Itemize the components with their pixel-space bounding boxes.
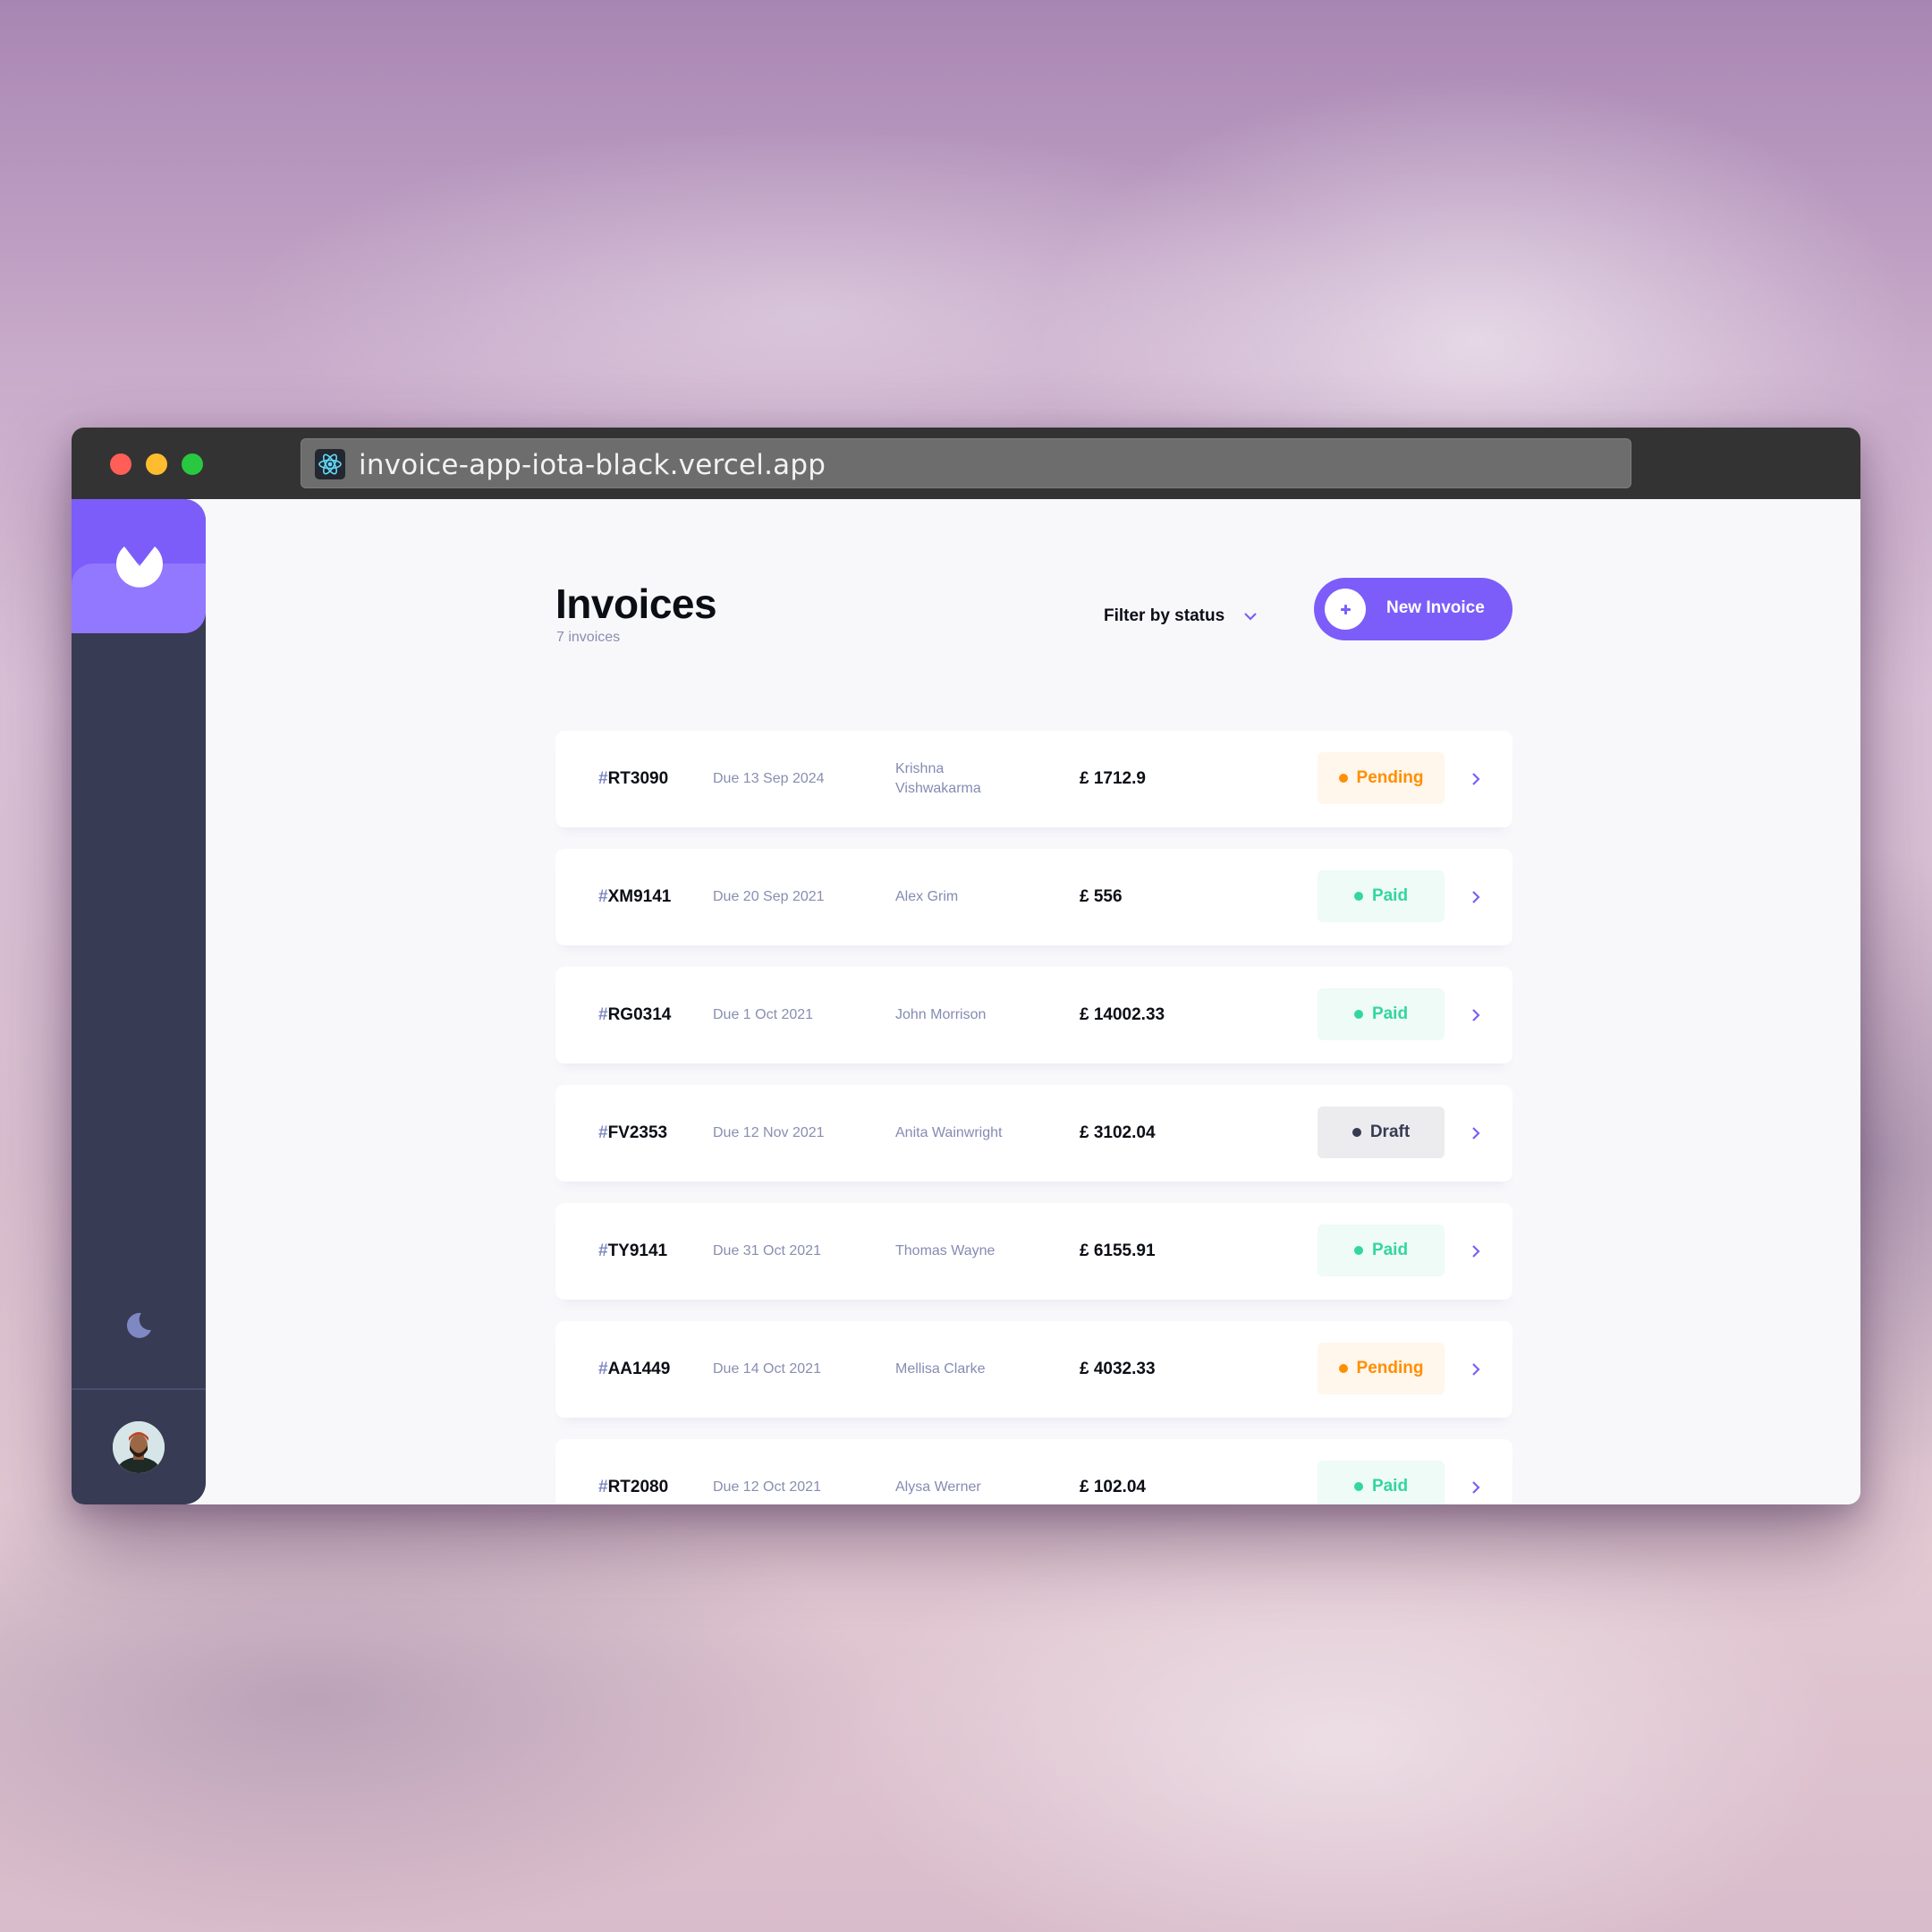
invoice-client-name: Thomas Wayne — [895, 1243, 996, 1258]
invoice-row[interactable]: # RT3090 Due 13 Sep 2024 Krishna Vishwaka… — [555, 731, 1513, 827]
invoice-due-date: Due 1 Oct 2021 — [713, 1007, 814, 1022]
invoice-client-name: Alysa Werner — [895, 1479, 981, 1495]
invoice-due-date: Due 14 Oct 2021 — [713, 1361, 821, 1377]
chevron-right-icon — [1472, 891, 1480, 903]
chevron-down-icon — [1244, 613, 1257, 621]
close-window-button[interactable] — [110, 453, 131, 475]
invoice-amount: £ 4032.33 — [1080, 1360, 1156, 1378]
invoice-due-date: Due 20 Sep 2021 — [713, 889, 825, 904]
invoice-amount: £ 102.04 — [1080, 1478, 1146, 1496]
status-dot — [1353, 1010, 1363, 1019]
invoice-id: # AA1449 — [598, 1360, 671, 1378]
invoice-amount: £ 14002.33 — [1080, 1005, 1165, 1024]
react-atom-icon — [315, 449, 345, 479]
status-badge: Paid — [1318, 870, 1445, 922]
user-avatar[interactable] — [113, 1421, 165, 1473]
status-dot — [1338, 774, 1348, 783]
address-bar[interactable]: invoice-app-iota-black.vercel.app — [301, 438, 1631, 488]
new-invoice-label: New Invoice — [1386, 598, 1485, 617]
logo-button[interactable] — [72, 499, 206, 633]
invoice-id: # TY9141 — [598, 1241, 668, 1260]
invoice-client-name: Alex Grim — [895, 889, 959, 904]
plus-icon — [1325, 589, 1366, 630]
status-dot — [1338, 1364, 1348, 1373]
filter-by-status-dropdown[interactable]: Filter by status — [1104, 603, 1257, 630]
moon-icon[interactable] — [123, 1310, 154, 1341]
status-badge: Paid — [1318, 988, 1445, 1040]
invoice-app: Invoices 7 invoices Filter by status New… — [72, 499, 1860, 1504]
invoice-row[interactable]: # FV2353 Due 12 Nov 2021 Anita Wainwright… — [555, 1085, 1513, 1182]
invoice-due-date: Due 31 Oct 2021 — [713, 1243, 821, 1258]
invoice-row[interactable]: # AA1449 Due 14 Oct 2021 Mellisa Clarke £… — [555, 1321, 1513, 1418]
chevron-right-icon — [1472, 1245, 1480, 1258]
status-dot — [1353, 892, 1363, 901]
status-badge: Pending — [1318, 752, 1445, 804]
minimize-window-button[interactable] — [146, 453, 167, 475]
invoice-due-date: Due 12 Nov 2021 — [713, 1125, 825, 1140]
invoice-amount: £ 3102.04 — [1080, 1123, 1156, 1142]
invoice-row[interactable]: # RG0314 Due 1 Oct 2021 John Morrison £ 1… — [555, 967, 1513, 1063]
chevron-right-icon — [1472, 1363, 1480, 1376]
invoice-amount: £ 556 — [1080, 887, 1123, 906]
filter-label: Filter by status — [1104, 606, 1225, 625]
invoice-amount: £ 6155.91 — [1080, 1241, 1156, 1260]
sidebar — [72, 499, 206, 1504]
invoice-row[interactable]: # TY9141 Due 31 Oct 2021 Thomas Wayne £ 6… — [555, 1203, 1513, 1300]
browser-window: invoice-app-iota-black.vercel.app Invoic… — [72, 428, 1860, 1504]
invoice-amount: £ 1712.9 — [1080, 769, 1146, 788]
status-dot — [1353, 1246, 1363, 1255]
status-dot — [1353, 1482, 1363, 1491]
invoice-id: # XM9141 — [598, 887, 672, 906]
chevron-right-icon — [1472, 1481, 1480, 1494]
chevron-right-icon — [1472, 1127, 1480, 1140]
invoice-client-name: Mellisa Clarke — [895, 1361, 986, 1377]
app-logo-icon — [116, 547, 163, 588]
invoice-row[interactable]: # XM9141 Due 20 Sep 2021 Alex Grim £ 556 … — [555, 849, 1513, 945]
status-badge: Draft — [1318, 1106, 1445, 1158]
chevron-right-icon — [1472, 773, 1480, 785]
invoice-client-name: Anita Wainwright — [895, 1125, 1003, 1140]
new-invoice-button[interactable]: New Invoice — [1314, 578, 1513, 640]
status-badge: Pending — [1318, 1343, 1445, 1394]
invoice-due-date: Due 12 Oct 2021 — [713, 1479, 821, 1495]
invoice-count: 7 invoices — [556, 630, 621, 645]
chevron-right-icon — [1472, 1009, 1480, 1021]
sidebar-divider — [72, 1388, 206, 1390]
invoice-due-date: Due 13 Sep 2024 — [713, 771, 825, 786]
browser-titlebar: invoice-app-iota-black.vercel.app — [72, 428, 1860, 499]
invoice-id: # RT3090 — [598, 769, 669, 788]
status-badge: Paid — [1318, 1224, 1445, 1276]
invoice-client-name: Krishna Vishwakarma — [895, 761, 981, 796]
address-bar-url: invoice-app-iota-black.vercel.app — [359, 449, 826, 481]
status-badge: Paid — [1318, 1461, 1445, 1504]
invoice-id: # RT2080 — [598, 1478, 669, 1496]
status-dot — [1352, 1128, 1361, 1137]
invoice-id: # RG0314 — [598, 1005, 672, 1024]
maximize-window-button[interactable] — [182, 453, 203, 475]
invoice-row[interactable]: # RT2080 Due 12 Oct 2021 Alysa Werner £ 1… — [555, 1439, 1513, 1504]
page-title: Invoices — [555, 580, 717, 627]
invoice-id: # FV2353 — [598, 1123, 668, 1142]
invoice-client-name: John Morrison — [895, 1007, 987, 1022]
